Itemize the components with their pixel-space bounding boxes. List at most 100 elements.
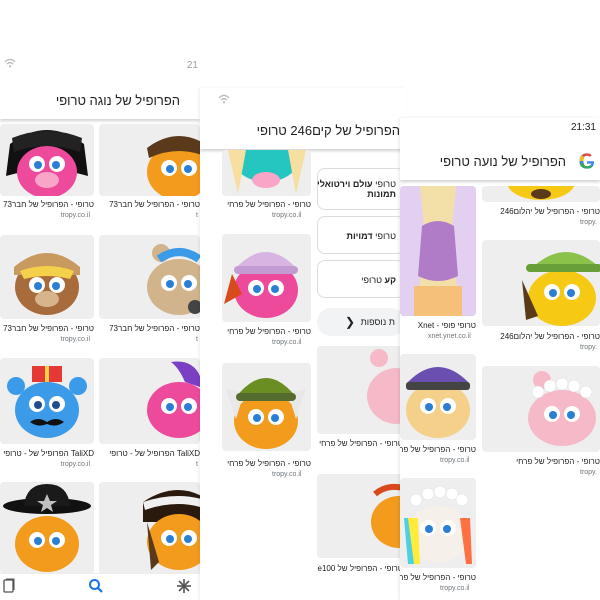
status-time: 21:31: [570, 122, 596, 133]
image-caption[interactable]: טרופי - הפרופיל של יהלום246: [482, 207, 600, 216]
screenshot-panel-2: הפרופיל של קים246 טרופי טרופי - הפרופיל …: [200, 88, 405, 600]
related-search-chip[interactable]: קע טרופי: [317, 260, 405, 298]
image-result[interactable]: [482, 240, 600, 326]
status-time: 21: [186, 60, 198, 71]
image-result[interactable]: [99, 358, 200, 444]
avatar-pink-partial: [367, 349, 405, 424]
image-result[interactable]: [0, 124, 94, 196]
image-source: t: [196, 336, 198, 343]
image-source: tropy.co.il: [60, 336, 90, 343]
related-prefix: טרופי: [375, 231, 396, 241]
image-result[interactable]: [482, 366, 600, 452]
image-result[interactable]: [400, 478, 476, 568]
related-term-line2: תמונות: [367, 189, 396, 199]
image-caption[interactable]: טרופי - הפרופיל של פרחי: [317, 439, 403, 448]
search-query[interactable]: הפרופיל של קים246 טרופי: [257, 123, 400, 138]
avatar-orange-brown-hair: [147, 136, 200, 196]
status-bar: 21:31: [400, 118, 600, 136]
image-result[interactable]: [0, 482, 94, 574]
avatar-yellow-green-hat: [522, 252, 600, 326]
wifi-icon: [218, 91, 230, 109]
image-result[interactable]: [222, 234, 311, 322]
avatar-rainbow-hair-flowers: [404, 485, 472, 564]
avatar-pink-purple-hair: [147, 361, 200, 438]
image-result[interactable]: [317, 474, 405, 558]
avatar-tan-purple-cap: [406, 367, 470, 438]
collections-icon[interactable]: [2, 578, 16, 598]
avatar-pink-black-hair: [6, 130, 88, 196]
chevron-left-icon: ❮: [345, 315, 356, 329]
avatar-orange-sheriff-hat: [3, 484, 91, 572]
image-source: tropy.co.il: [272, 471, 302, 478]
screenshot-panel-1: 21 הפרופיל של נוגה טרופי טרופי - הפרופיל…: [0, 0, 200, 600]
avatar-tan-bear-blue-hair: [147, 244, 200, 315]
image-result[interactable]: [0, 358, 94, 444]
image-caption[interactable]: טרופי פופי - Xnet: [400, 321, 476, 330]
image-caption[interactable]: טרופי - הפרופיל של חבר73: [0, 200, 94, 209]
search-icon[interactable]: [88, 578, 104, 598]
avatar-brown-bear-cap: [14, 253, 80, 315]
image-source: tropy.co.il: [440, 457, 470, 464]
image-result[interactable]: [99, 482, 200, 574]
screenshot-panel-3: 21:31 הפרופיל של נועה טרופי טרופי פופי -…: [400, 118, 600, 600]
avatar-pink-beanie: [224, 252, 298, 318]
avatar-cropped-top: [507, 186, 575, 200]
search-bar[interactable]: הפרופיל של נועה טרופי: [400, 146, 600, 180]
image-result[interactable]: [0, 235, 94, 319]
image-source: tropy.: [580, 344, 597, 351]
image-caption[interactable]: טרופי - הפרופיל של פרחי: [400, 445, 476, 454]
status-bar: 21: [0, 56, 200, 74]
image-source: tropy.: [580, 219, 597, 226]
wifi-icon: [4, 58, 16, 71]
image-result[interactable]: [400, 354, 476, 440]
image-result[interactable]: [482, 186, 600, 202]
related-suffix: טרופי: [361, 275, 383, 285]
image-result[interactable]: [99, 235, 200, 319]
image-source: t: [196, 461, 198, 468]
avatar-fashion-figure: [400, 186, 476, 316]
avatar-teal-blonde-hair: [228, 150, 306, 194]
image-result[interactable]: [99, 124, 200, 196]
related-search-chip[interactable]: טרופי עולם וירטואלי תמונות: [317, 168, 405, 210]
search-bar[interactable]: הפרופיל של נוגה טרופי: [0, 85, 200, 119]
image-source: tropy.co.il: [60, 461, 90, 468]
avatar-orange-green-beanie: [226, 378, 306, 449]
image-caption[interactable]: טרופי - הפרופיל של חבר73: [99, 200, 200, 209]
search-bar[interactable]: הפרופיל של קים246 טרופי: [200, 115, 405, 149]
bottom-nav: [0, 573, 200, 600]
image-source: tropy.: [580, 469, 597, 476]
image-caption[interactable]: טרופי - הפרופיל של maple100: [317, 564, 403, 573]
image-result[interactable]: [222, 150, 311, 196]
image-caption[interactable]: TaliXD הפרופיל של - טרופי: [0, 449, 94, 458]
related-term: דמויות: [346, 231, 373, 241]
related-term: עולם וירטואלי: [317, 179, 373, 189]
image-result[interactable]: [317, 346, 405, 434]
image-result[interactable]: [222, 363, 311, 451]
related-prefix: טרופי: [375, 179, 396, 189]
image-caption[interactable]: טרופי - הפרופיל של פרחי: [222, 200, 311, 209]
search-query[interactable]: הפרופיל של נוגה טרופי: [56, 93, 180, 108]
image-caption[interactable]: טרופי - הפרופיל של חבר73: [0, 324, 94, 333]
avatar-orange-partial: [371, 483, 405, 548]
image-source: tropy.co.il: [440, 585, 470, 592]
image-source: tropy.co.il: [272, 212, 302, 219]
image-result[interactable]: [400, 186, 476, 316]
image-caption[interactable]: טרופי - הפרופיל של חבר73: [99, 324, 200, 333]
image-source: t: [196, 212, 198, 219]
image-source: tropy.co.il: [60, 212, 90, 219]
image-caption[interactable]: טרופי - הפרופיל של יהלום246: [482, 332, 600, 341]
more-related-label: ת נוספות: [360, 317, 395, 327]
image-caption[interactable]: טרופי - הפרופיל של פרחי: [222, 459, 311, 468]
image-caption[interactable]: TaliXD הפרופיל של - טרופי: [99, 449, 200, 458]
image-source: tropy.co.il: [272, 339, 302, 346]
image-caption[interactable]: טרופי - הפרופיל של פרחי: [400, 573, 476, 582]
avatar-blue-mustache-giftbox: [7, 366, 87, 438]
google-logo-icon[interactable]: [578, 152, 596, 175]
related-search-chip[interactable]: טרופי דמויות: [317, 216, 405, 254]
asterisk-icon[interactable]: [176, 578, 192, 598]
avatar-brown-fur-hat: [143, 490, 200, 570]
search-query[interactable]: הפרופיל של נועה טרופי: [440, 154, 566, 169]
image-caption[interactable]: טרופי - הפרופיל של פרחי: [222, 327, 311, 336]
image-caption[interactable]: טרופי - הפרופיל של פרחי: [482, 457, 600, 466]
more-related-button[interactable]: ת נוספות ❮: [317, 308, 405, 336]
